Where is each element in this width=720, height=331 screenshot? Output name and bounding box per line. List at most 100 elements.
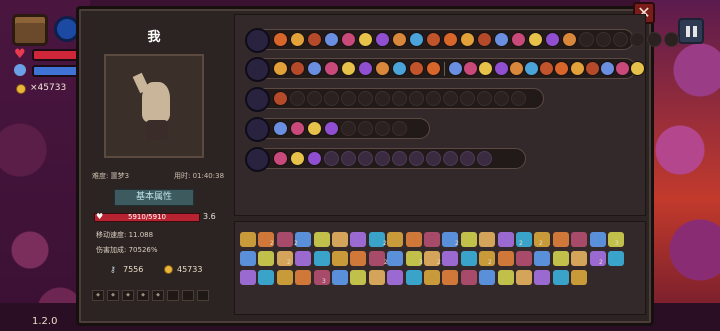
upgrade-orb[interactable] (273, 91, 288, 106)
upgrade-orb[interactable] (554, 61, 570, 76)
upgrade-orb[interactable] (562, 32, 577, 47)
upgrade-orb[interactable] (508, 61, 524, 76)
inventory-item[interactable] (516, 270, 532, 285)
upgrade-orb[interactable] (273, 61, 288, 76)
inventory-item[interactable] (497, 251, 514, 266)
upgrade-orb[interactable] (493, 61, 509, 76)
inventory-item[interactable] (497, 232, 514, 247)
inventory-item[interactable] (571, 270, 588, 285)
basic-attributes-button[interactable]: 基本属性 (114, 189, 194, 206)
upgrade-orb[interactable] (307, 151, 322, 166)
inventory-item[interactable] (332, 251, 348, 266)
inventory-item[interactable] (479, 270, 496, 285)
inventory-item[interactable] (387, 251, 404, 266)
inventory-item[interactable] (405, 232, 422, 247)
inventory-item[interactable] (497, 270, 514, 285)
upgrade-orb[interactable] (273, 151, 288, 166)
inventory-item[interactable] (608, 251, 624, 266)
inventory-item[interactable] (460, 270, 477, 285)
upgrade-orb[interactable] (426, 61, 441, 76)
upgrade-orb[interactable] (307, 32, 322, 47)
inventory-item[interactable] (424, 270, 440, 285)
upgrade-orb[interactable] (392, 61, 407, 76)
inventory-item[interactable] (534, 251, 551, 266)
upgrade-orb[interactable] (615, 61, 631, 76)
inventory-item[interactable] (534, 270, 551, 285)
upgrade-orb[interactable] (584, 61, 600, 76)
upgrade-orb[interactable] (409, 61, 424, 76)
upgrade-orb[interactable] (307, 121, 322, 136)
upgrade-orb[interactable] (443, 32, 458, 47)
inventory-item[interactable] (460, 251, 477, 266)
inventory-item[interactable] (571, 251, 588, 266)
inventory-item[interactable] (368, 251, 385, 266)
upgrade-orb[interactable] (341, 32, 356, 47)
upgrade-orb[interactable] (290, 121, 305, 136)
inventory-item[interactable] (387, 270, 404, 285)
equip-slot[interactable] (197, 290, 209, 301)
inventory-item[interactable] (387, 232, 404, 247)
inventory-item[interactable] (258, 270, 275, 285)
inventory-chest-icon[interactable] (12, 14, 48, 46)
inventory-item[interactable] (276, 270, 293, 285)
upgrade-orb[interactable] (448, 61, 463, 76)
upgrade-orb[interactable] (569, 61, 585, 76)
upgrade-orb[interactable] (290, 32, 305, 47)
upgrade-orb[interactable] (375, 32, 390, 47)
inventory-item[interactable] (313, 232, 330, 247)
equip-slot[interactable] (167, 290, 179, 301)
upgrade-orb[interactable] (324, 32, 339, 47)
inventory-item[interactable] (460, 232, 477, 247)
inventory-item[interactable] (332, 270, 348, 285)
upgrade-orb[interactable] (324, 61, 339, 76)
upgrade-orb[interactable] (273, 121, 288, 136)
upgrade-orb[interactable] (324, 121, 339, 136)
upgrade-orb[interactable] (478, 61, 494, 76)
inventory-item[interactable] (442, 270, 459, 285)
upgrade-orb[interactable] (511, 32, 526, 47)
inventory-item[interactable] (350, 232, 367, 247)
upgrade-orb[interactable] (290, 61, 305, 76)
upgrade-orb[interactable] (539, 61, 555, 76)
upgrade-orb[interactable] (463, 61, 479, 76)
inventory-item[interactable] (258, 251, 275, 266)
upgrade-orb[interactable] (545, 32, 560, 47)
inventory-item[interactable] (479, 232, 496, 247)
upgrade-orb[interactable] (273, 32, 288, 47)
upgrade-orb[interactable] (494, 32, 509, 47)
magic-wand-icon[interactable] (245, 87, 270, 112)
purple-orb-icon[interactable] (245, 147, 270, 172)
chest-weapon-icon[interactable] (245, 28, 270, 53)
inventory-item[interactable] (442, 251, 459, 266)
upgrade-orb[interactable] (307, 61, 322, 76)
upgrade-orb[interactable] (290, 151, 305, 166)
inventory-item[interactable] (240, 270, 256, 285)
upgrade-orb[interactable] (375, 61, 390, 76)
equip-slot[interactable] (182, 290, 194, 301)
upgrade-orb[interactable] (358, 61, 373, 76)
pause-button[interactable] (678, 18, 704, 44)
upgrade-orb[interactable] (358, 32, 373, 47)
upgrade-orb[interactable] (600, 61, 615, 76)
inventory-item[interactable] (240, 232, 256, 247)
inventory-item[interactable] (589, 232, 606, 247)
upgrade-orb[interactable] (409, 32, 424, 47)
golden-star-icon[interactable] (245, 117, 270, 142)
inventory-item[interactable] (424, 232, 440, 247)
inventory-item[interactable] (516, 251, 532, 266)
inventory-item[interactable] (350, 251, 367, 266)
inventory-item[interactable] (240, 251, 256, 266)
inventory-item[interactable] (552, 251, 569, 266)
purple-staff-icon[interactable] (245, 57, 270, 82)
equip-slot[interactable]: ◆ (92, 290, 104, 301)
inventory-item[interactable] (552, 270, 569, 285)
upgrade-orb[interactable] (460, 32, 475, 47)
inventory-item[interactable] (589, 251, 606, 266)
upgrade-orb[interactable] (341, 61, 356, 76)
inventory-item[interactable] (295, 251, 312, 266)
equip-slot[interactable]: ◆ (137, 290, 149, 301)
equip-slot[interactable]: ◆ (107, 290, 119, 301)
upgrade-orb[interactable] (528, 32, 543, 47)
inventory-item[interactable] (295, 270, 312, 285)
inventory-item[interactable] (350, 270, 367, 285)
